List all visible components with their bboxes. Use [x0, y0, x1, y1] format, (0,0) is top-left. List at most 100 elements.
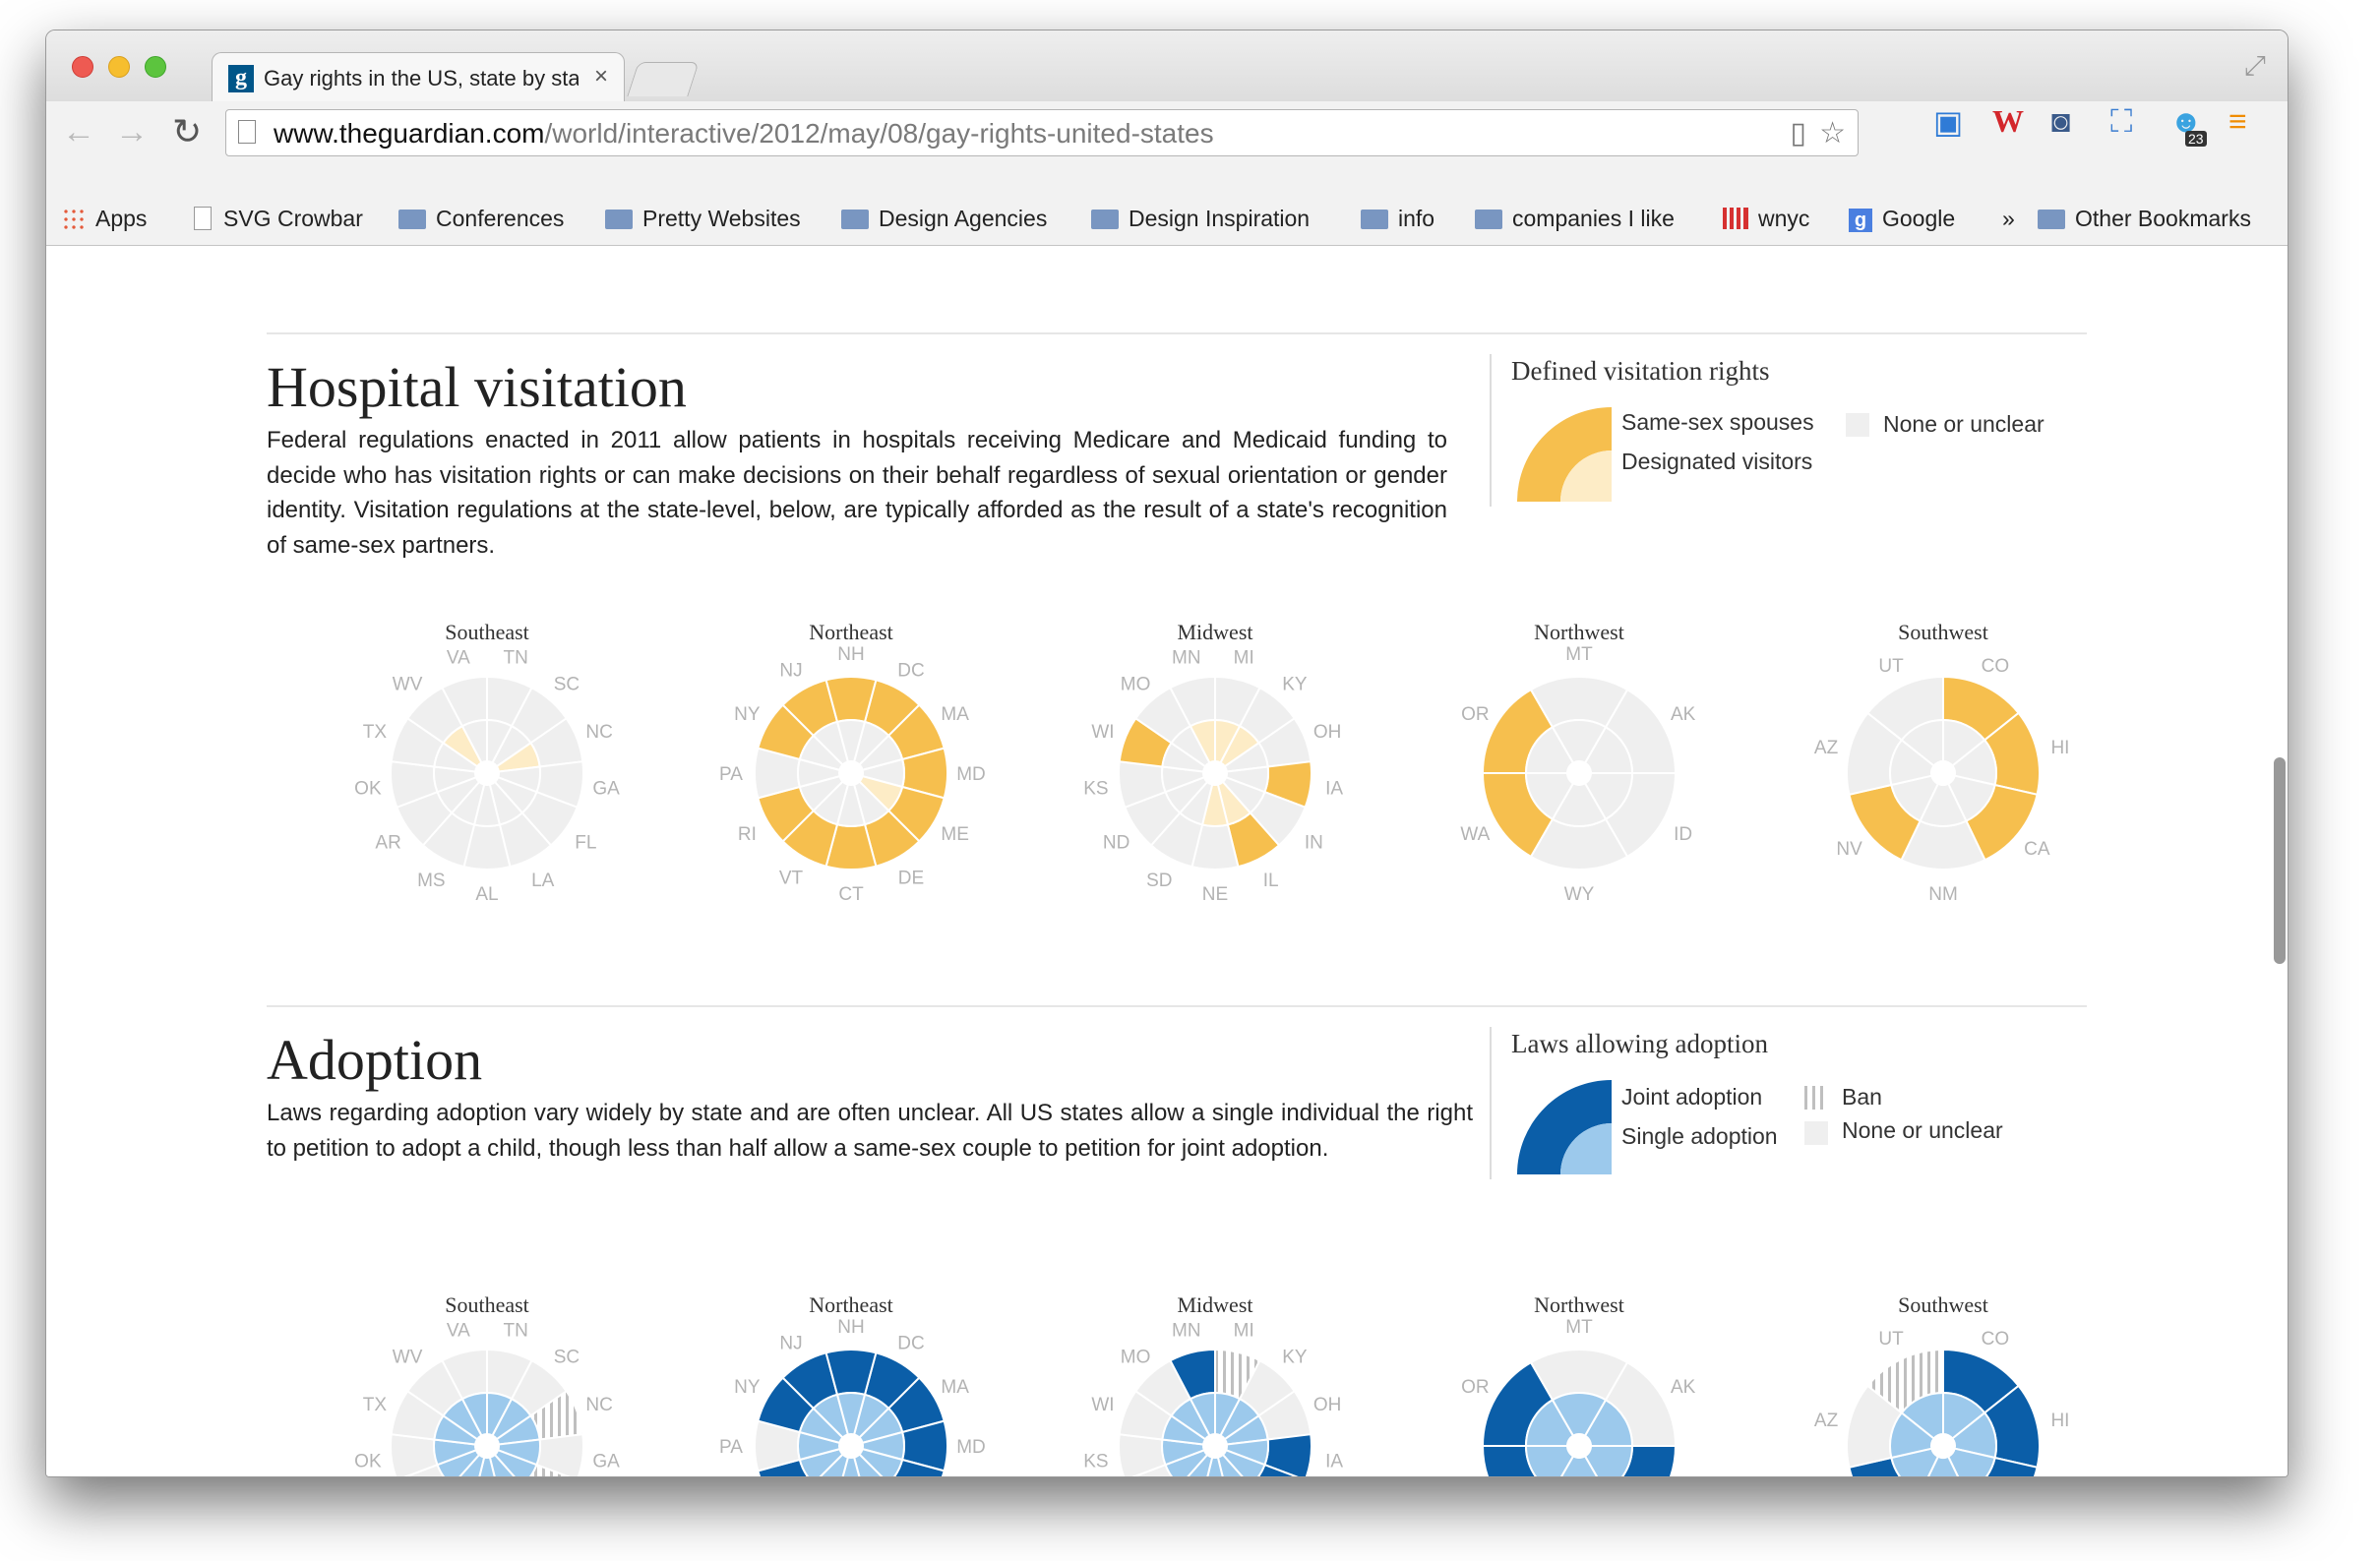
bookmarks-bar: Apps SVG Crowbar Conferences Pretty Webs… [46, 196, 2288, 246]
state-label: MT [1565, 1317, 1593, 1338]
region-title: Northwest [1534, 620, 1624, 644]
state-label: GA [592, 1452, 620, 1472]
region-title: Southeast [445, 1292, 529, 1317]
chart-hub [1933, 763, 1953, 783]
active-tab[interactable]: g Gay rights in the US, state by state × [212, 52, 625, 103]
bookmark-info[interactable]: info [1361, 206, 1434, 232]
state-label: AL [475, 884, 498, 905]
extension-badge: 23 [2185, 131, 2207, 147]
bookmark-other[interactable]: Other Bookmarks [2038, 206, 2251, 232]
bookmark-pretty-websites[interactable]: Pretty Websites [605, 206, 801, 232]
state-label: MO [1121, 1348, 1151, 1368]
state-label: RI [738, 824, 757, 845]
legend-label-inner: Designated visitors [1621, 449, 1813, 474]
new-tab-button[interactable] [627, 62, 700, 96]
state-label: CO [1982, 1329, 2010, 1350]
url-path: /world/interactive/2012/may/08/gay-right… [544, 118, 1214, 149]
reader-mode-icon[interactable]: ▯ [1790, 116, 1806, 150]
section-divider [267, 1005, 2087, 1007]
screenshot-extension-icon[interactable]: ▣ [1933, 103, 1963, 141]
page-content[interactable]: Hospital visitation Federal regulations … [46, 246, 2288, 1476]
region-title: Southeast [445, 620, 529, 644]
state-label: OR [1461, 704, 1490, 725]
bookmarks-overflow-chevron-icon[interactable]: » [2002, 206, 2015, 232]
chart-hub [841, 1436, 861, 1456]
folder-icon [2038, 210, 2065, 229]
scrollbar-thumb[interactable] [2274, 757, 2286, 964]
url-text[interactable]: www.theguardian.com/world/interactive/20… [274, 118, 1214, 150]
address-bar[interactable]: www.theguardian.com/world/interactive/20… [225, 109, 1859, 156]
legend-none-swatch [1804, 1121, 1828, 1145]
state-label: NM [1928, 884, 1958, 905]
legend-arc-swatch [1517, 407, 1612, 502]
state-label: OK [354, 1452, 382, 1472]
state-label: KY [1282, 675, 1308, 695]
reload-icon[interactable]: ↻ [172, 111, 202, 152]
bookmark-design-inspiration[interactable]: Design Inspiration [1091, 206, 1310, 232]
state-label: NC [585, 1395, 612, 1415]
folder-icon [605, 210, 633, 229]
title-bar: g Gay rights in the US, state by state ×… [46, 30, 2288, 103]
minimize-window-button[interactable] [108, 56, 130, 78]
legend-label-none: None or unclear [1883, 411, 2044, 437]
legend-label-inner: Single adoption [1621, 1123, 1778, 1149]
bookmark-star-icon[interactable]: ☆ [1819, 116, 1846, 150]
bookmark-apps[interactable]: Apps [62, 206, 147, 232]
state-label: IA [1325, 779, 1343, 800]
legend-label-outer: Joint adoption [1621, 1084, 1763, 1110]
state-label: MD [956, 1437, 986, 1458]
forward-arrow-icon[interactable]: → [115, 113, 149, 151]
region-chart: NorthwestAKIDWYWAORMT [1461, 1292, 1696, 1476]
state-label: CT [838, 884, 864, 905]
state-label: OH [1313, 1395, 1342, 1415]
capture-extension-icon[interactable]: ⛶ [2110, 103, 2132, 141]
tab-title: Gay rights in the US, state by state [264, 66, 579, 90]
bookmark-design-agencies[interactable]: Design Agencies [841, 206, 1047, 232]
bookmark-conferences[interactable]: Conferences [398, 206, 564, 232]
region-chart: NortheastDC MA MD ME DE CT VT RI PA NY NJ NH [719, 620, 986, 905]
section-divider [267, 332, 2087, 334]
bookmark-companies[interactable]: companies I like [1475, 206, 1675, 232]
tab-close-icon[interactable]: × [594, 63, 608, 90]
state-label: MS [417, 871, 446, 891]
section-description: Laws regarding adoption vary widely by s… [267, 1100, 1473, 1162]
region-chart: Midwest MI KY OH IA IN IL NE SD ND KS WI MO MN [1083, 620, 1343, 905]
state-label: NJ [779, 660, 802, 681]
state-label: VT [779, 869, 804, 889]
adoption-charts: SoutheastTNSCNCGAFLLAALMSAROKTXWVVANorth… [267, 1281, 2087, 1476]
section-title: Hospital visitation [267, 355, 687, 419]
folder-icon [398, 210, 426, 229]
state-label: MA [941, 704, 969, 725]
legend-label-none: None or unclear [1842, 1117, 2003, 1143]
state-label: AZ [1814, 738, 1839, 758]
browser-window: g Gay rights in the US, state by state ×… [45, 30, 2288, 1477]
state-label: SC [554, 1348, 580, 1368]
bookmark-svg-crowbar[interactable]: SVG Crowbar [194, 206, 363, 232]
fullscreen-icon[interactable]: ⤢ [2244, 50, 2266, 83]
back-arrow-icon[interactable]: ← [62, 113, 95, 151]
legend-title: Laws allowing adoption [1511, 1029, 1768, 1058]
state-label: KY [1282, 1348, 1308, 1368]
ghostery-extension-icon[interactable]: ☻ 23 [2169, 103, 2207, 147]
zoom-window-button[interactable] [145, 56, 166, 78]
chart-hub [1933, 1436, 1953, 1456]
state-label: VA [447, 1321, 470, 1342]
folder-icon [841, 210, 869, 229]
bookmark-wnyc[interactable]: wnyc [1723, 206, 1809, 232]
state-label: TN [504, 648, 528, 669]
close-window-button[interactable] [72, 56, 93, 78]
legend-label-ban: Ban [1842, 1084, 1882, 1110]
w-extension-icon[interactable]: W [1992, 103, 2024, 140]
camera-extension-icon[interactable]: ◙ [2051, 103, 2070, 140]
bookmark-google[interactable]: g Google [1849, 206, 1955, 232]
state-label: VA [447, 648, 470, 669]
region-title: Southwest [1898, 1292, 1988, 1317]
url-host: www.theguardian.com [274, 118, 545, 149]
hospital-region-charts: Southeast TN SC NC GA FL LA AL MS AR OK TX WV VA North… [354, 620, 2069, 905]
folder-icon [1475, 210, 1502, 229]
state-label: WA [1460, 824, 1490, 845]
state-label: LA [531, 871, 555, 891]
menu-icon[interactable]: ≡ [2228, 103, 2247, 140]
section-title: Adoption [267, 1028, 483, 1092]
state-label: NH [837, 1317, 864, 1338]
